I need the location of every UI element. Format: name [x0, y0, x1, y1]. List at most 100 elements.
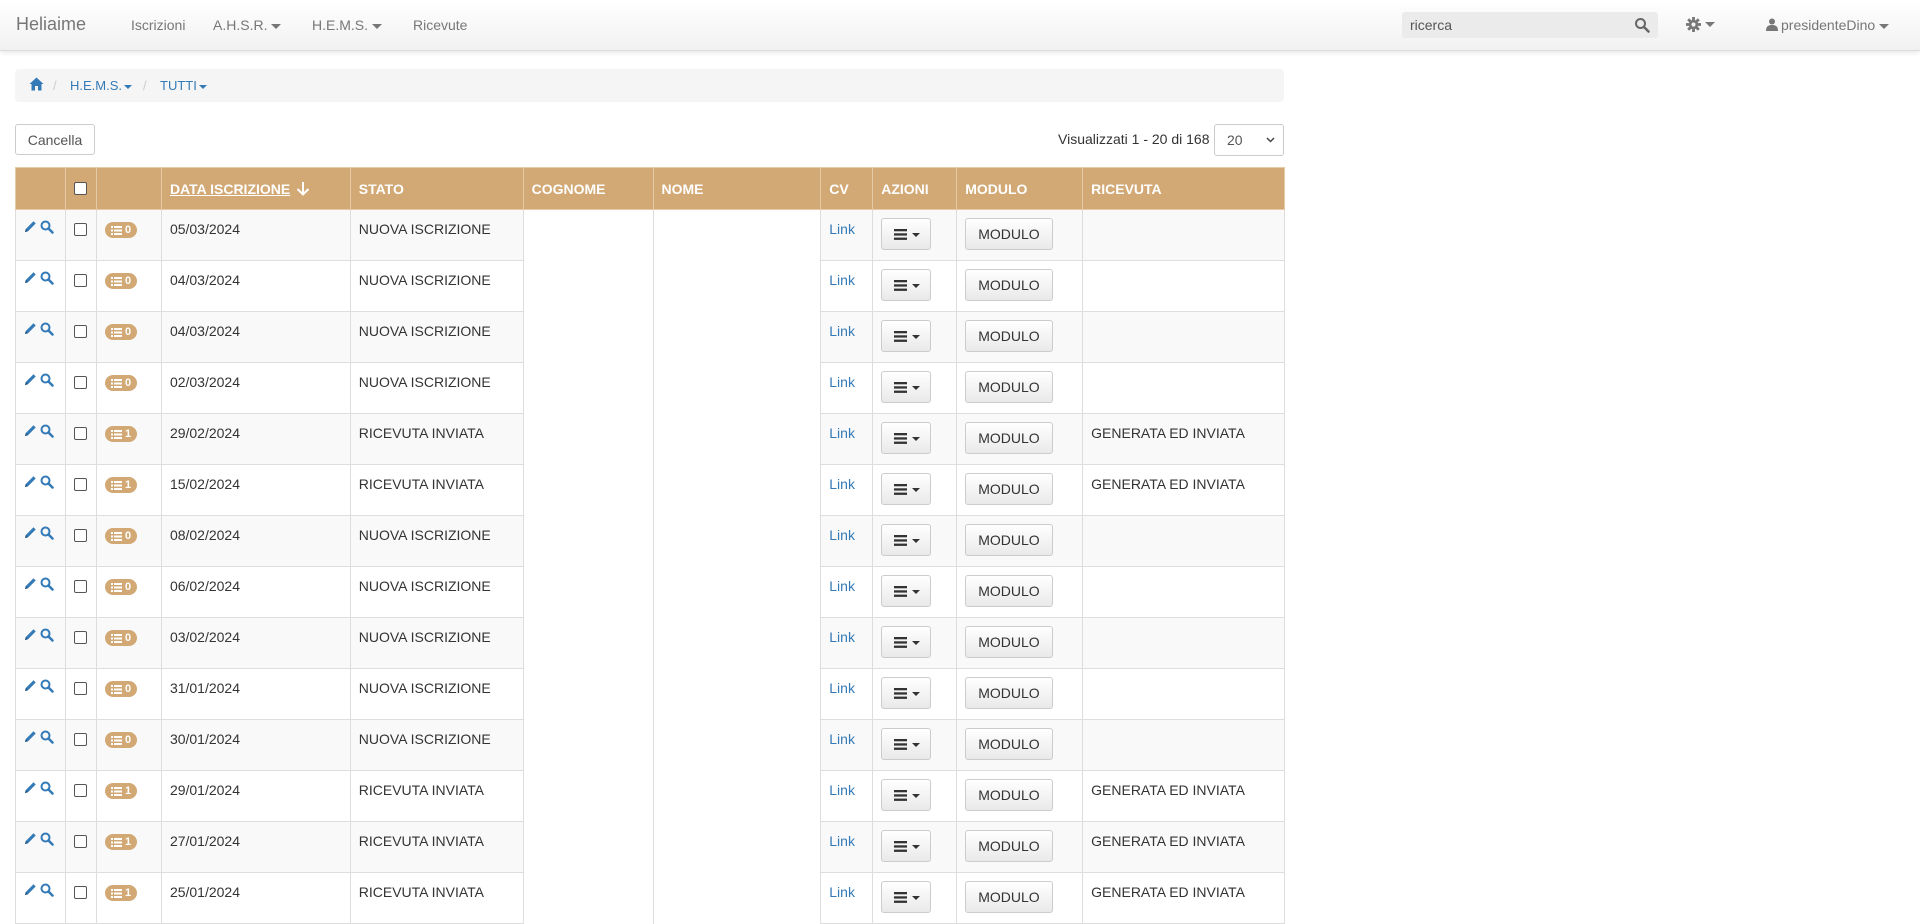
view-search-icon[interactable]	[40, 424, 54, 441]
actions-menu-button[interactable]	[881, 779, 932, 811]
cv-link[interactable]: Link	[829, 782, 855, 798]
actions-menu-button[interactable]	[881, 728, 932, 760]
notes-badge[interactable]: 1	[104, 426, 138, 442]
cv-link[interactable]: Link	[829, 272, 855, 288]
actions-menu-button[interactable]	[881, 881, 932, 913]
notes-badge[interactable]: 1	[104, 477, 138, 493]
edit-icon[interactable]	[24, 373, 37, 389]
nav-item-ricevute[interactable]: Ricevute	[413, 17, 467, 33]
actions-menu-button[interactable]	[881, 524, 932, 556]
modulo-button[interactable]: MODULO	[965, 218, 1053, 250]
edit-icon[interactable]	[24, 832, 37, 848]
breadcrumb-hems[interactable]: H.E.M.S.	[70, 78, 133, 93]
breadcrumb-tutti[interactable]: TUTTI	[160, 78, 207, 93]
view-search-icon[interactable]	[40, 730, 54, 747]
cv-link[interactable]: Link	[829, 680, 855, 696]
modulo-button[interactable]: MODULO	[965, 830, 1053, 862]
actions-menu-button[interactable]	[881, 626, 932, 658]
edit-icon[interactable]	[24, 679, 37, 695]
view-search-icon[interactable]	[40, 781, 54, 798]
row-checkbox[interactable]	[74, 529, 87, 542]
select-all-checkbox[interactable]	[74, 182, 87, 195]
cv-link[interactable]: Link	[829, 323, 855, 339]
row-checkbox[interactable]	[74, 682, 87, 695]
row-checkbox[interactable]	[74, 886, 87, 899]
cv-link[interactable]: Link	[829, 833, 855, 849]
cv-link[interactable]: Link	[829, 221, 855, 237]
row-checkbox[interactable]	[74, 631, 87, 644]
cancel-button[interactable]: Cancella	[15, 124, 95, 155]
actions-menu-button[interactable]	[881, 830, 932, 862]
row-checkbox[interactable]	[74, 376, 87, 389]
cv-link[interactable]: Link	[829, 374, 855, 390]
actions-menu-button[interactable]	[881, 575, 932, 607]
edit-icon[interactable]	[24, 781, 37, 797]
edit-icon[interactable]	[24, 424, 37, 440]
cv-link[interactable]: Link	[829, 476, 855, 492]
edit-icon[interactable]	[24, 271, 37, 287]
view-search-icon[interactable]	[40, 220, 54, 237]
row-checkbox[interactable]	[74, 733, 87, 746]
actions-menu-button[interactable]	[881, 269, 932, 301]
modulo-button[interactable]: MODULO	[965, 320, 1053, 352]
notes-badge[interactable]: 0	[104, 732, 138, 748]
cv-link[interactable]: Link	[829, 731, 855, 747]
modulo-button[interactable]: MODULO	[965, 269, 1053, 301]
edit-icon[interactable]	[24, 577, 37, 593]
modulo-button[interactable]: MODULO	[965, 371, 1053, 403]
row-checkbox[interactable]	[74, 325, 87, 338]
edit-icon[interactable]	[24, 220, 37, 236]
view-search-icon[interactable]	[40, 322, 54, 339]
view-search-icon[interactable]	[40, 475, 54, 492]
edit-icon[interactable]	[24, 526, 37, 542]
notes-badge[interactable]: 0	[104, 273, 138, 289]
row-checkbox[interactable]	[74, 427, 87, 440]
search-input[interactable]	[1402, 12, 1640, 38]
cv-link[interactable]: Link	[829, 629, 855, 645]
cv-link[interactable]: Link	[829, 425, 855, 441]
actions-menu-button[interactable]	[881, 218, 932, 250]
modulo-button[interactable]: MODULO	[965, 473, 1053, 505]
view-search-icon[interactable]	[40, 832, 54, 849]
view-search-icon[interactable]	[40, 628, 54, 645]
actions-menu-button[interactable]	[881, 371, 932, 403]
modulo-button[interactable]: MODULO	[965, 881, 1053, 913]
edit-icon[interactable]	[24, 730, 37, 746]
row-checkbox[interactable]	[74, 478, 87, 491]
nav-item-iscrizioni[interactable]: Iscrizioni	[131, 17, 185, 33]
edit-icon[interactable]	[24, 322, 37, 338]
nav-item-hems[interactable]: H.E.M.S.	[312, 17, 383, 33]
brand-logo[interactable]: Heliaime	[16, 14, 86, 35]
view-search-icon[interactable]	[40, 679, 54, 696]
notes-badge[interactable]: 0	[104, 375, 138, 391]
header-data-iscrizione[interactable]: DATA ISCRIZIONE	[160, 167, 351, 210]
notes-badge[interactable]: 1	[104, 885, 138, 901]
row-checkbox[interactable]	[74, 223, 87, 236]
edit-icon[interactable]	[24, 883, 37, 899]
view-search-icon[interactable]	[40, 883, 54, 900]
edit-icon[interactable]	[24, 475, 37, 491]
modulo-button[interactable]: MODULO	[965, 728, 1053, 760]
actions-menu-button[interactable]	[881, 473, 932, 505]
modulo-button[interactable]: MODULO	[965, 422, 1053, 454]
nav-item-ahsr[interactable]: A.H.S.R.	[213, 17, 282, 33]
modulo-button[interactable]: MODULO	[965, 575, 1053, 607]
actions-menu-button[interactable]	[881, 677, 932, 709]
notes-badge[interactable]: 0	[104, 630, 138, 646]
home-icon[interactable]	[29, 77, 44, 91]
settings-menu[interactable]	[1686, 15, 1715, 32]
view-search-icon[interactable]	[40, 271, 54, 288]
actions-menu-button[interactable]	[881, 320, 932, 352]
view-search-icon[interactable]	[40, 526, 54, 543]
page-size-select[interactable]: 20	[1214, 124, 1284, 156]
user-menu[interactable]: presidenteDino	[1766, 17, 1890, 33]
row-checkbox[interactable]	[74, 835, 87, 848]
row-checkbox[interactable]	[74, 274, 87, 287]
notes-badge[interactable]: 1	[104, 783, 138, 799]
notes-badge[interactable]: 0	[104, 222, 138, 238]
view-search-icon[interactable]	[40, 373, 54, 390]
notes-badge[interactable]: 0	[104, 324, 138, 340]
notes-badge[interactable]: 1	[104, 834, 138, 850]
modulo-button[interactable]: MODULO	[965, 779, 1053, 811]
view-search-icon[interactable]	[40, 577, 54, 594]
